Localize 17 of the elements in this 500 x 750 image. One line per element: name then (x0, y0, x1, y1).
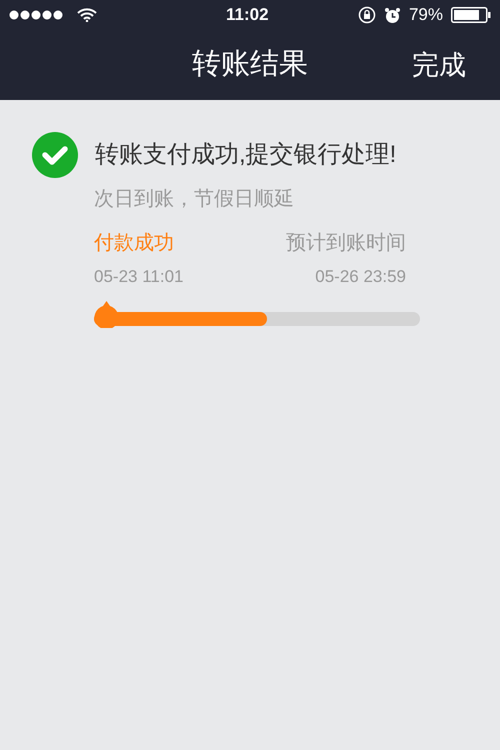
wifi-icon (77, 8, 97, 22)
signal-icon (9, 10, 63, 20)
step-label: 预计到账时间 (286, 231, 406, 256)
clock-time: 11:02 (226, 4, 269, 26)
step-time: 05-23 11:01 (94, 266, 184, 288)
arrival-note: 次日到账，节假日顺延 (94, 187, 295, 212)
success-check-icon (32, 132, 78, 178)
battery-percent: 79% (408, 4, 443, 26)
alarm-icon (384, 6, 401, 24)
result-message: 转账支付成功,提交银行处理! (95, 140, 396, 170)
rotation-lock-icon (358, 6, 376, 24)
battery-icon (451, 7, 491, 23)
page-title: 转账结果 (192, 47, 308, 82)
step-label: 付款成功 (94, 231, 174, 256)
done-button[interactable]: 完成 (412, 44, 466, 86)
step-time: 05-26 23:59 (315, 266, 406, 288)
progress-thumb (94, 300, 119, 328)
